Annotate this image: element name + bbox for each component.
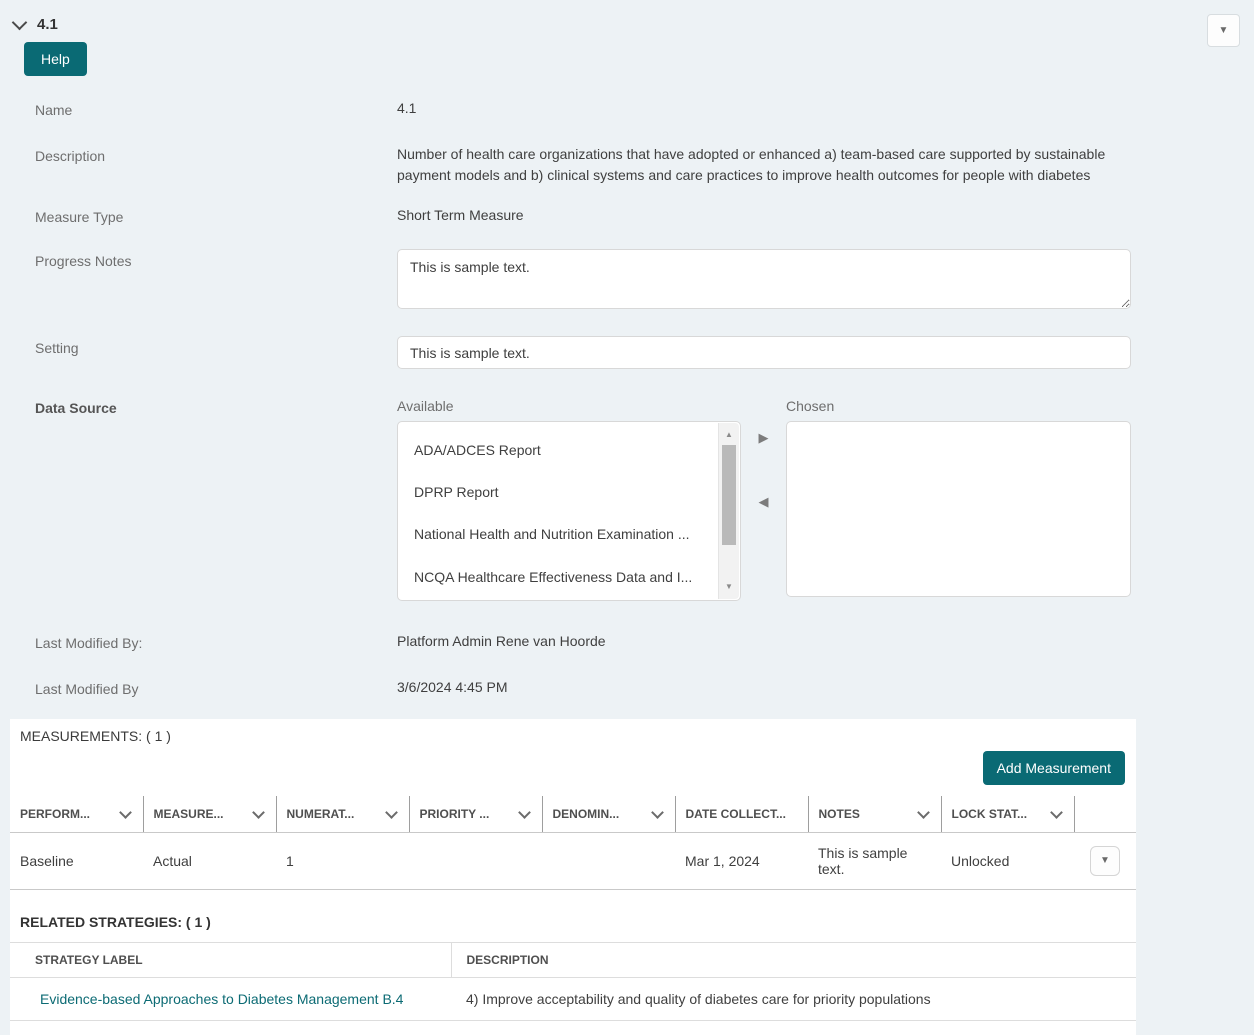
available-label: Available <box>397 396 741 416</box>
chosen-label: Chosen <box>786 396 1131 416</box>
measurements-table: PERFORM... MEASURE... NUMERAT... PRIORIT… <box>10 796 1136 890</box>
form-row-measure-type: Measure Type Short Term Measure <box>0 205 1254 225</box>
name-value: 4.1 <box>397 98 1131 118</box>
available-list[interactable]: ADA/ADCES Report DPRP Report National He… <box>397 421 741 601</box>
page-header: 4.1 ▼ <box>0 0 1254 33</box>
cell-numerator: 1 <box>276 832 409 889</box>
measurements-panel: MEASUREMENTS: ( 1 ) Add Measurement PERF… <box>10 719 1136 1035</box>
column-header-strategy-label: STRATEGY LABEL <box>10 942 451 977</box>
cell-priority <box>409 832 542 889</box>
progress-notes-label: Progress Notes <box>0 249 397 269</box>
caret-down-icon: ▼ <box>1219 26 1229 36</box>
scroll-up-icon[interactable]: ▲ <box>719 429 739 441</box>
name-label: Name <box>0 98 397 118</box>
cell-denominator <box>542 832 675 889</box>
form-row-data-source: Data Source Available ADA/ADCES Report D… <box>0 396 1254 600</box>
row-menu-button[interactable]: ▼ <box>1090 846 1120 876</box>
progress-notes-input[interactable]: This is sample text. <box>397 249 1131 309</box>
scrollbar-thumb[interactable] <box>722 445 736 545</box>
cell-measure: Actual <box>143 832 276 889</box>
sort-chevron-icon <box>1050 806 1063 819</box>
form-row-name: Name 4.1 <box>0 98 1254 118</box>
move-right-button[interactable]: ▶ <box>755 426 773 450</box>
sort-chevron-icon <box>385 806 398 819</box>
list-item[interactable]: ADA/ADCES Report <box>398 429 714 471</box>
list-item[interactable]: NCQA Healthcare Effectiveness Data and I… <box>398 556 714 598</box>
measurement-row: Baseline Actual 1 Mar 1, 2024 This is sa… <box>10 832 1136 889</box>
column-header-date-collected[interactable]: DATE COLLECT... <box>675 796 808 832</box>
last-modified-date-value: 3/6/2024 4:45 PM <box>397 677 1131 697</box>
help-button[interactable]: Help <box>24 42 87 76</box>
column-header-numerator[interactable]: NUMERAT... <box>276 796 409 832</box>
sort-chevron-icon <box>917 806 930 819</box>
measurements-section-title: MEASUREMENTS: ( 1 ) <box>10 719 1136 744</box>
page-title: 4.1 <box>37 16 58 33</box>
header-menu-button[interactable]: ▼ <box>1207 14 1240 47</box>
form-row-last-modified-by: Last Modified By: Platform Admin Rene va… <box>0 631 1254 651</box>
related-strategies-section-title: RELATED STRATEGIES: ( 1 ) <box>10 890 1136 942</box>
last-modified-by-label: Last Modified By: <box>0 631 397 651</box>
cell-notes: This is sample text. <box>808 832 941 889</box>
cell-performance: Baseline <box>10 832 143 889</box>
sort-chevron-icon <box>518 806 531 819</box>
column-header-actions <box>1074 796 1136 832</box>
column-header-lock-status[interactable]: LOCK STAT... <box>941 796 1074 832</box>
last-modified-by-value: Platform Admin Rene van Hoorde <box>397 631 1131 651</box>
left-arrow-icon: ◀ <box>759 494 769 509</box>
description-value: Number of health care organizations that… <box>397 144 1131 185</box>
measure-type-value: Short Term Measure <box>397 205 1131 225</box>
setting-label: Setting <box>0 336 397 356</box>
list-item[interactable]: National Health and Nutrition Examinatio… <box>398 513 714 555</box>
measure-detail-form: Name 4.1 Description Number of health ca… <box>0 98 1254 697</box>
column-header-denominator[interactable]: DENOMIN... <box>542 796 675 832</box>
cell-lock-status: Unlocked <box>941 832 1074 889</box>
related-strategies-table: STRATEGY LABEL DESCRIPTION Evidence-base… <box>10 942 1136 1021</box>
column-header-priority[interactable]: PRIORITY ... <box>409 796 542 832</box>
form-row-progress-notes: Progress Notes This is sample text. <box>0 249 1254 314</box>
scroll-down-icon[interactable]: ▼ <box>719 581 739 593</box>
chosen-list[interactable] <box>786 421 1131 597</box>
measure-type-label: Measure Type <box>0 205 397 225</box>
column-header-notes[interactable]: NOTES <box>808 796 941 832</box>
data-source-label: Data Source <box>0 396 397 416</box>
caret-down-icon: ▼ <box>1100 856 1110 866</box>
setting-input[interactable] <box>397 336 1131 369</box>
form-row-description: Description Number of health care organi… <box>0 144 1254 185</box>
column-header-description: DESCRIPTION <box>451 942 1136 977</box>
collapse-chevron-icon[interactable] <box>12 14 28 30</box>
form-row-setting: Setting <box>0 336 1254 369</box>
column-header-performance[interactable]: PERFORM... <box>10 796 143 832</box>
form-row-last-modified-date: Last Modified By 3/6/2024 4:45 PM <box>0 677 1254 697</box>
description-label: Description <box>0 144 397 164</box>
right-arrow-icon: ▶ <box>759 430 769 445</box>
last-modified-date-label: Last Modified By <box>0 677 397 697</box>
move-left-button[interactable]: ◀ <box>755 490 773 514</box>
sort-chevron-icon <box>119 806 132 819</box>
scrollbar[interactable]: ▲ ▼ <box>718 423 739 599</box>
add-measurement-button[interactable]: Add Measurement <box>983 751 1125 785</box>
sort-chevron-icon <box>252 806 265 819</box>
column-header-measure[interactable]: MEASURE... <box>143 796 276 832</box>
cell-date-collected: Mar 1, 2024 <box>675 832 808 889</box>
list-item[interactable]: DPRP Report <box>398 471 714 513</box>
sort-chevron-icon <box>651 806 664 819</box>
